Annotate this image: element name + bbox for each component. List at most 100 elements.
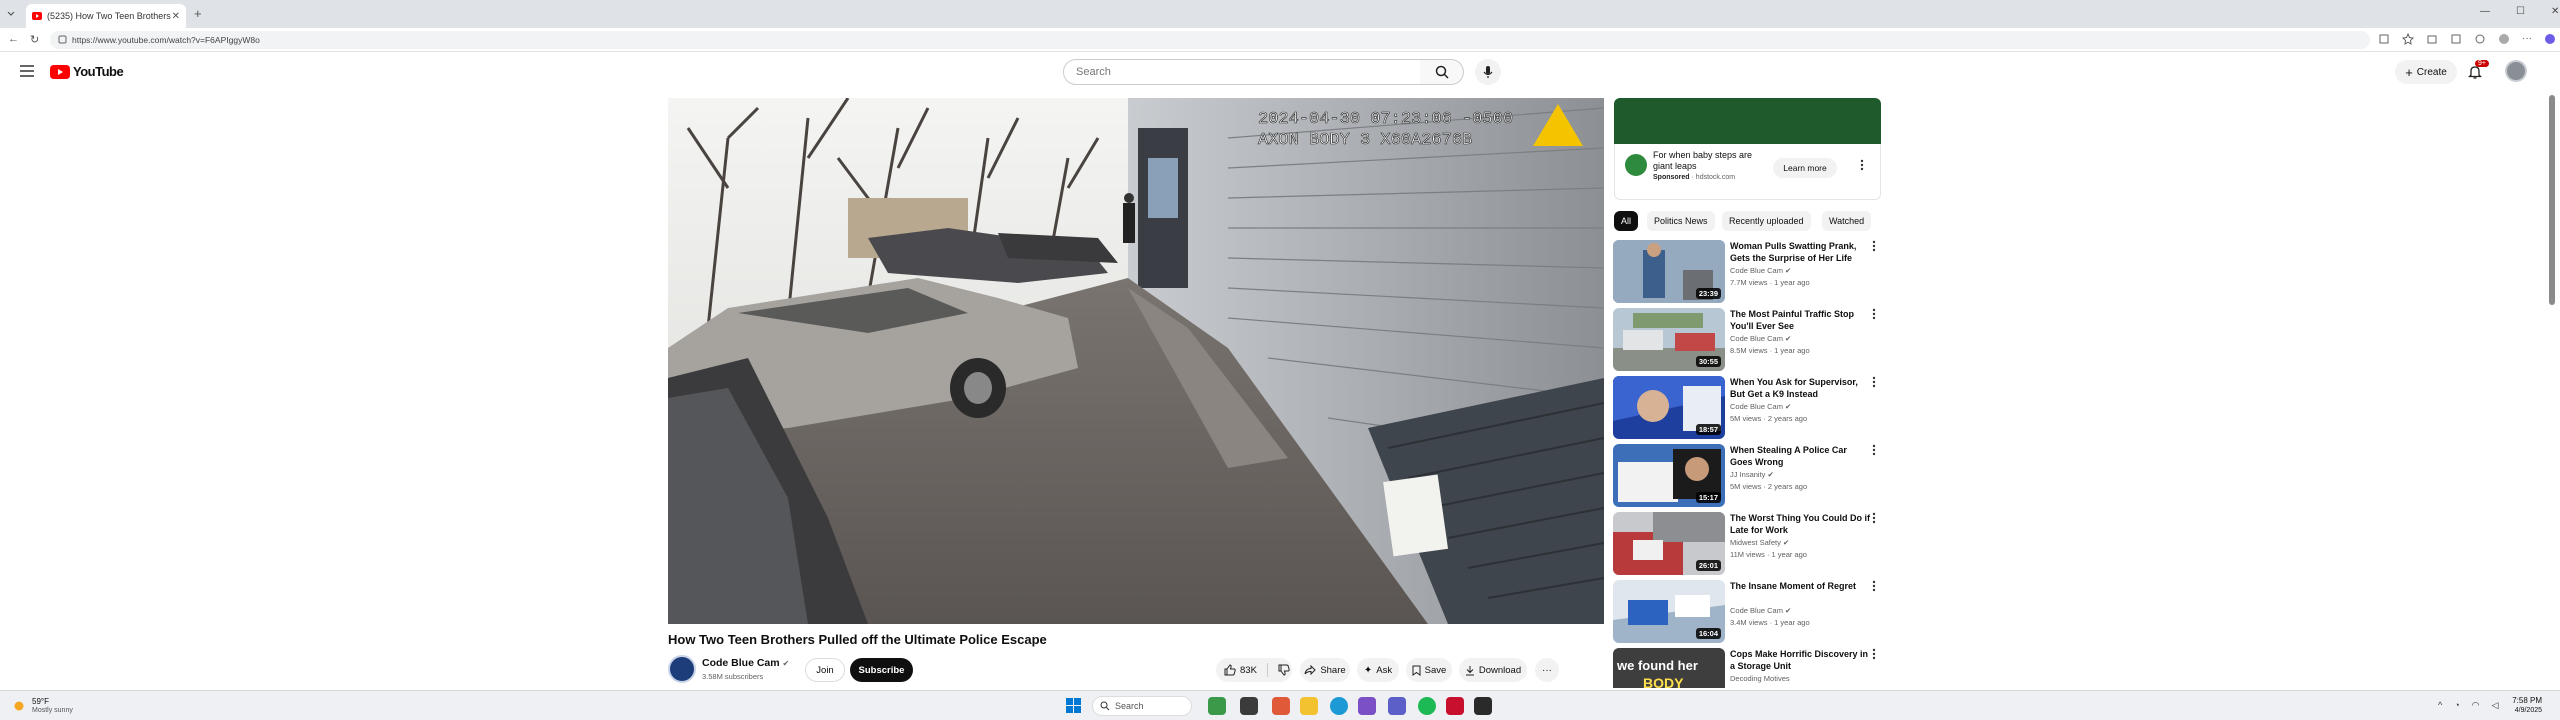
chip-watched[interactable]: Watched: [1822, 211, 1872, 231]
profile-icon[interactable]: [2498, 33, 2510, 45]
copilot-icon[interactable]: [2544, 33, 2556, 45]
join-button[interactable]: Join: [805, 658, 845, 682]
browser-tab-bar: (5235) How Two Teen Brothers Pulled off …: [0, 0, 2560, 28]
recommendation-meta: 11M views · 1 year ago: [1730, 550, 1807, 559]
hamburger-menu-icon[interactable]: [20, 65, 34, 77]
save-button[interactable]: Save: [1406, 658, 1452, 682]
clock[interactable]: 7:58 PM 4/9/2025: [2494, 696, 2542, 716]
video-thumbnail[interactable]: we found her BODY: [1613, 648, 1725, 688]
chip-all[interactable]: All: [1614, 211, 1639, 231]
file-explorer-icon[interactable]: [1300, 697, 1318, 715]
taskbar-search-box[interactable]: Search: [1092, 696, 1192, 716]
video-thumbnail[interactable]: 16:04: [1613, 580, 1725, 643]
share-button[interactable]: Share: [1300, 658, 1350, 682]
video-thumbnail[interactable]: 15:17: [1613, 444, 1725, 507]
tab-youtube[interactable]: (5235) How Two Teen Brothers Pulled off …: [26, 4, 186, 28]
kebab-menu-icon[interactable]: [1872, 512, 1876, 524]
dislike-button[interactable]: [1278, 664, 1290, 676]
taskbar-app-icon[interactable]: [1272, 697, 1290, 715]
search-placeholder: Search: [1076, 66, 1111, 78]
kebab-menu-icon[interactable]: [1872, 580, 1876, 592]
recommendation-meta: 7.7M views · 1 year ago: [1730, 278, 1810, 287]
chip-recently-uploaded[interactable]: Recently uploaded: [1722, 211, 1811, 231]
kebab-menu-icon[interactable]: [1872, 240, 1876, 252]
taskbar-app-icon[interactable]: [1208, 697, 1226, 715]
wifi-icon[interactable]: ◠: [2472, 700, 2480, 711]
search-button[interactable]: [1420, 59, 1464, 85]
refresh-icon[interactable]: ↻: [30, 33, 39, 46]
minimize-icon[interactable]: —: [2480, 6, 2490, 17]
thumbs-down-icon: [1278, 664, 1290, 676]
page-scrollbar[interactable]: [2549, 95, 2555, 305]
video-player[interactable]: 2024-04-30 07:23:06 -0500 AXON BODY 3 X6…: [668, 98, 1604, 624]
more-actions-button[interactable]: ···: [1535, 658, 1559, 682]
tab-list-icon[interactable]: [6, 8, 16, 18]
tray-app-icon[interactable]: ◔: [2454, 700, 2459, 711]
like-button[interactable]: 83K: [1224, 664, 1257, 676]
taskbar-app-icon[interactable]: [1446, 697, 1464, 715]
learn-more-button[interactable]: Learn more: [1773, 158, 1837, 178]
extensions-icon[interactable]: [2426, 33, 2438, 45]
video-thumbnail[interactable]: 18:57: [1613, 376, 1725, 439]
recommendation-item[interactable]: 15:17 When Stealing A Police Car Goes Wr…: [1613, 444, 1885, 508]
youtube-logo[interactable]: YouTube: [50, 64, 124, 79]
collections-icon[interactable]: [2474, 33, 2486, 45]
ask-button[interactable]: ✦ Ask: [1357, 658, 1399, 682]
ad-options-icon[interactable]: [1860, 159, 1864, 171]
video-duration: 30:55: [1695, 356, 1721, 367]
recommendation-item[interactable]: 30:55 The Most Painful Traffic Stop You'…: [1613, 308, 1885, 372]
kebab-menu-icon[interactable]: [1872, 376, 1876, 388]
recommendation-item[interactable]: 23:39 Woman Pulls Swatting Prank, Gets t…: [1613, 240, 1885, 304]
create-button[interactable]: + Create: [2395, 60, 2457, 84]
taskbar-app-icon[interactable]: [1474, 697, 1492, 715]
video-thumbnail[interactable]: 30:55: [1613, 308, 1725, 371]
url-input[interactable]: https://www.youtube.com/watch?v=F6APIggy…: [50, 31, 2370, 49]
download-button[interactable]: Download: [1459, 658, 1527, 682]
taskbar-app-icon[interactable]: [1240, 697, 1258, 715]
favorites-icon[interactable]: [2450, 33, 2462, 45]
weather-widget[interactable]: 59°F Mostly sunny: [12, 697, 73, 715]
windows-start-icon[interactable]: [1066, 698, 1081, 713]
tab-close-icon[interactable]: ✕: [172, 11, 180, 22]
video-duration: 15:17: [1695, 492, 1721, 503]
channel-avatar[interactable]: [668, 655, 696, 683]
back-icon[interactable]: ←: [8, 33, 19, 45]
notifications-button[interactable]: 9+: [2468, 60, 2489, 80]
taskbar-app-icon[interactable]: [1358, 697, 1376, 715]
ad-banner-image[interactable]: [1614, 98, 1881, 144]
close-window-icon[interactable]: ✕: [2551, 6, 2559, 17]
recommendation-item[interactable]: 16:04 The Insane Moment of Regret Code B…: [1613, 580, 1885, 644]
channel-name-link[interactable]: Code Blue Cam ✔: [702, 657, 789, 669]
youtube-favicon-icon: [32, 12, 42, 20]
chip-politics-news[interactable]: Politics News: [1647, 211, 1715, 231]
subscribe-button[interactable]: Subscribe: [850, 658, 913, 682]
voice-search-button[interactable]: [1475, 59, 1501, 85]
video-thumbnail[interactable]: 23:39: [1613, 240, 1725, 303]
edge-browser-icon[interactable]: [1330, 697, 1348, 715]
recommendation-channel: Code Blue Cam ✔: [1730, 334, 1792, 343]
tray-chevron-icon[interactable]: ^: [2438, 700, 2442, 711]
new-tab-icon[interactable]: +: [194, 6, 202, 21]
windows-taskbar: 59°F Mostly sunny Search ^ ◔ ◠ ◁ 7:58 PM…: [0, 690, 2560, 720]
more-icon[interactable]: ···: [2522, 33, 2532, 45]
thumbs-up-icon: [1224, 664, 1236, 676]
kebab-menu-icon[interactable]: [1872, 444, 1876, 456]
kebab-menu-icon[interactable]: [1872, 648, 1876, 660]
svg-text:we found her: we found her: [1616, 658, 1698, 673]
video-thumbnail[interactable]: 26:01: [1613, 512, 1725, 575]
recommendation-item[interactable]: we found her BODY Cops Make Horrific Disc…: [1613, 648, 1885, 688]
kebab-menu-icon[interactable]: [1872, 308, 1876, 320]
avatar[interactable]: [2505, 60, 2527, 82]
favorite-star-icon[interactable]: [2402, 33, 2414, 45]
maximize-icon[interactable]: ☐: [2516, 6, 2525, 17]
recommendation-item[interactable]: 26:01 The Worst Thing You Could Do if La…: [1613, 512, 1885, 576]
site-info-icon[interactable]: [58, 35, 67, 44]
video-duration: 18:57: [1695, 424, 1721, 435]
advertiser-avatar[interactable]: [1625, 154, 1647, 176]
spotify-icon[interactable]: [1418, 697, 1436, 715]
search-input[interactable]: Search: [1063, 59, 1421, 85]
ad-info-card: For when baby steps are giant leaps Spon…: [1614, 144, 1881, 200]
reader-icon[interactable]: [2378, 33, 2390, 45]
recommendation-item[interactable]: 18:57 When You Ask for Supervisor, But G…: [1613, 376, 1885, 440]
teams-icon[interactable]: [1388, 697, 1406, 715]
